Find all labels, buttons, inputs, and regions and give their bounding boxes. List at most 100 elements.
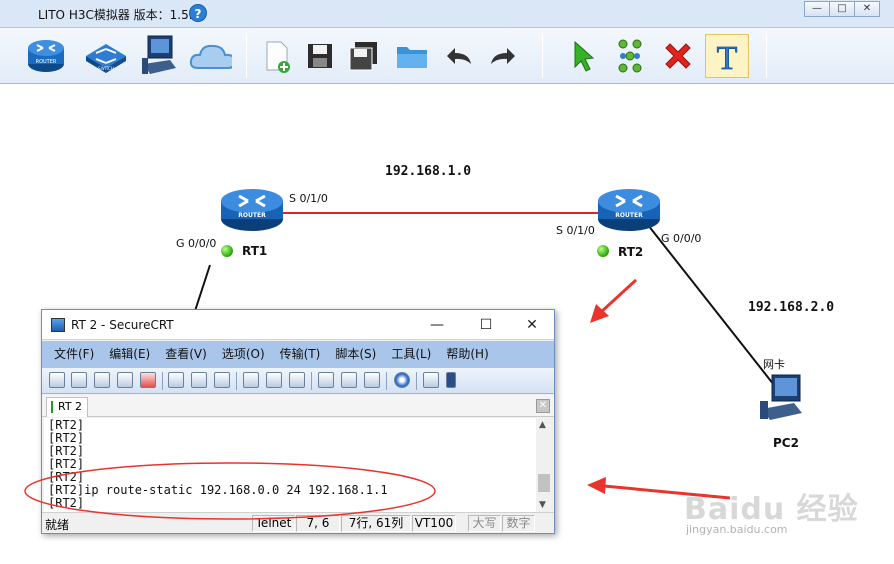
watermark-url: jingyan.baidu.com xyxy=(686,523,788,536)
baidu-watermark: Baidu 经验 jingyan.baidu.com xyxy=(672,480,882,540)
securecrt-maximize-button[interactable]: ☐ xyxy=(471,314,501,336)
securecrt-toolbar xyxy=(42,368,554,394)
menu-edit[interactable]: 编辑(E) xyxy=(109,341,150,368)
delete-tool[interactable] xyxy=(656,34,700,78)
svg-text:SWITCH: SWITCH xyxy=(98,66,114,71)
status-rows-cols: 7行, 61列 xyxy=(341,515,411,532)
quick-connect-icon[interactable] xyxy=(71,372,87,388)
main-toolbar: ROUTER SWITCH T xyxy=(0,28,894,84)
redo-icon xyxy=(491,48,515,64)
terminal-line: [RT2] xyxy=(48,418,85,432)
maximize-button[interactable]: □ xyxy=(829,1,855,17)
rt2-gigabit-interface-label: G 0/0/0 xyxy=(661,232,702,245)
session-tab-rt2[interactable]: RT 2 xyxy=(46,397,88,417)
terminal-line: [RT2] xyxy=(48,496,85,510)
switch-icon: SWITCH xyxy=(86,44,126,73)
reconnect-icon[interactable] xyxy=(117,372,133,388)
undo-tool[interactable] xyxy=(436,34,480,78)
menu-transfer[interactable]: 传输(T) xyxy=(280,341,321,368)
toolbar-overflow-chevron-icon[interactable] xyxy=(446,372,456,388)
pc2-label[interactable]: PC2 xyxy=(773,436,799,450)
menu-options[interactable]: 选项(O) xyxy=(222,341,265,368)
cursor-icon xyxy=(574,40,595,72)
paste-icon[interactable] xyxy=(191,372,207,388)
undo-icon xyxy=(447,48,471,64)
key-icon[interactable] xyxy=(364,372,380,388)
delete-icon xyxy=(665,43,691,69)
securecrt-app-icon xyxy=(51,318,65,332)
minimize-button[interactable]: — xyxy=(804,1,830,17)
save-as-icon xyxy=(349,42,377,71)
connect-icon xyxy=(618,39,642,73)
pc-tool[interactable] xyxy=(136,34,180,78)
rt1-gigabit-interface-label: G 0/0/0 xyxy=(176,237,217,250)
copy-icon[interactable] xyxy=(168,372,184,388)
menu-script[interactable]: 脚本(S) xyxy=(335,341,376,368)
folder-icon xyxy=(397,47,427,68)
terminal-scrollbar[interactable]: ▲ ▼ xyxy=(536,418,552,512)
disconnect-icon[interactable] xyxy=(140,372,156,388)
menu-tools[interactable]: 工具(L) xyxy=(391,341,431,368)
new-file-tool[interactable] xyxy=(254,34,298,78)
save-as-tool[interactable] xyxy=(342,34,386,78)
svg-text:T: T xyxy=(717,40,738,74)
window-controls: — □ ✕ xyxy=(804,1,880,17)
status-num-lock: 数字 xyxy=(502,515,535,532)
securecrt-menu-bar: 文件(F) 编辑(E) 查看(V) 选项(O) 传输(T) 脚本(S) 工具(L… xyxy=(42,341,554,368)
rt2-label[interactable]: RT2 xyxy=(618,245,643,259)
router-icon: ROUTER xyxy=(28,40,64,72)
find-icon[interactable] xyxy=(214,372,230,388)
svg-text:ROUTER: ROUTER xyxy=(615,212,643,219)
open-folder-tool[interactable] xyxy=(390,34,434,78)
save-tool[interactable] xyxy=(298,34,342,78)
terminal-line: [RT2] xyxy=(48,431,85,445)
simulator-window: LITO H3C模拟器 版本：1.5.2 ? — □ ✕ ROUTER SWIT… xyxy=(0,0,894,564)
print-selection-icon[interactable] xyxy=(266,372,282,388)
pc-icon-pc2 xyxy=(760,374,802,420)
cloud-tool[interactable] xyxy=(188,34,232,78)
text-icon: T xyxy=(716,40,738,74)
status-cursor: 7, 6 xyxy=(296,515,340,532)
connect-icon[interactable] xyxy=(49,372,65,388)
close-button[interactable]: ✕ xyxy=(854,1,880,17)
scroll-up-icon[interactable]: ▲ xyxy=(539,420,546,430)
menu-file[interactable]: 文件(F) xyxy=(54,341,94,368)
status-terminal-type: VT100 xyxy=(412,515,456,532)
terminal-output[interactable]: [RT2] [RT2] [RT2] [RT2] [RT2] [RT2]ip ro… xyxy=(44,418,538,512)
help-icon[interactable]: ? xyxy=(189,4,207,22)
new-file-icon xyxy=(266,41,290,73)
keymap-icon[interactable] xyxy=(423,372,439,388)
tab-close-icon[interactable]: ✕ xyxy=(536,399,550,413)
connect-tool[interactable] xyxy=(608,34,652,78)
connect-tab-icon[interactable] xyxy=(94,372,110,388)
session-options-icon[interactable] xyxy=(318,372,334,388)
rt1-serial-interface-label: S 0/1/0 xyxy=(289,192,328,205)
cloud-icon xyxy=(189,44,232,69)
status-caps-lock: 大写 xyxy=(468,515,501,532)
securecrt-close-button[interactable]: ✕ xyxy=(517,314,547,336)
save-icon xyxy=(308,44,332,68)
securecrt-minimize-button[interactable]: — xyxy=(422,314,452,336)
rt2-status-led-icon xyxy=(597,245,609,257)
svg-text:ROUTER: ROUTER xyxy=(36,59,57,65)
print-icon[interactable] xyxy=(289,372,305,388)
rt2-serial-interface-label: S 0/1/0 xyxy=(556,224,595,237)
network-label-1: 192.168.1.0 xyxy=(385,164,472,179)
router-tool[interactable]: ROUTER xyxy=(24,34,68,78)
select-tool[interactable] xyxy=(562,34,606,78)
watermark-logo-text: Baidu 经验 xyxy=(684,492,859,527)
rt1-label[interactable]: RT1 xyxy=(242,244,267,258)
switch-tool[interactable]: SWITCH xyxy=(82,34,126,78)
securecrt-window[interactable]: RT 2 - SecureCRT — ☐ ✕ 文件(F) 编辑(E) 查看(V)… xyxy=(41,309,555,534)
help-icon[interactable] xyxy=(394,372,410,388)
global-options-icon[interactable] xyxy=(341,372,357,388)
securecrt-title-bar[interactable]: RT 2 - SecureCRT — ☐ ✕ xyxy=(42,310,554,340)
redo-tool[interactable] xyxy=(482,34,526,78)
menu-view[interactable]: 查看(V) xyxy=(165,341,207,368)
print-setup-icon[interactable] xyxy=(243,372,259,388)
status-ready: 就绪 xyxy=(45,518,70,532)
text-tool[interactable]: T xyxy=(705,34,749,78)
scroll-down-icon[interactable]: ▼ xyxy=(539,500,546,510)
menu-help[interactable]: 帮助(H) xyxy=(446,341,488,368)
scroll-thumb[interactable] xyxy=(538,474,550,492)
